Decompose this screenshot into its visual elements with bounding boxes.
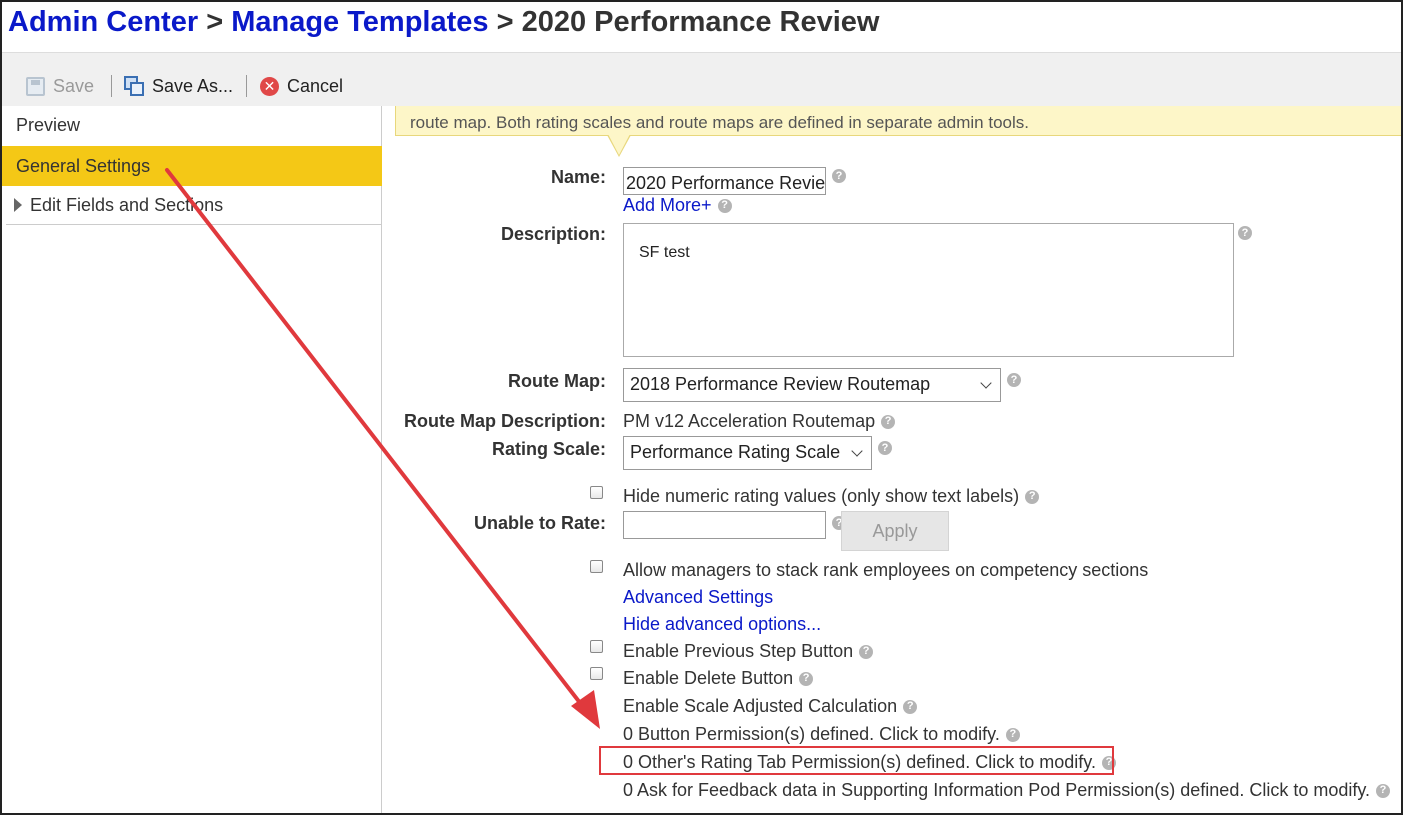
sidebar-item-preview[interactable]: Preview: [2, 110, 382, 140]
help-icon[interactable]: ?: [799, 671, 814, 686]
help-icon[interactable]: ?: [1238, 226, 1252, 240]
name-input[interactable]: [623, 167, 826, 195]
help-icon[interactable]: ?: [832, 169, 846, 183]
help-icon[interactable]: ?: [903, 699, 918, 714]
breadcrumb-admin-center[interactable]: Admin Center: [8, 6, 198, 38]
advanced-settings-link[interactable]: Advanced Settings: [623, 587, 773, 608]
previous-step-checkbox[interactable]: [590, 640, 603, 653]
save-label: Save: [53, 75, 95, 96]
route-map-select[interactable]: 2018 Performance Review Routemap: [623, 368, 1001, 402]
rating-scale-label: Rating Scale:: [491, 439, 606, 459]
chevron-down-icon: [980, 377, 992, 389]
save-as-label: Save As...: [152, 75, 234, 96]
feedback-permissions-link[interactable]: 0 Ask for Feedback data in Supporting In…: [623, 780, 1370, 801]
toolbar-divider: [111, 75, 112, 97]
help-icon[interactable]: ?: [859, 644, 874, 659]
toolbar-divider: [246, 75, 247, 97]
help-icon[interactable]: ?: [1007, 373, 1021, 387]
cancel-icon: ✕: [260, 76, 279, 96]
description-textarea[interactable]: SF test: [623, 223, 1234, 357]
help-icon[interactable]: ?: [1101, 755, 1116, 770]
delete-button-label: Enable Delete Button: [623, 668, 794, 688]
save-as-icon: [124, 76, 144, 96]
main-content: route map. Both rating scales and route …: [383, 106, 1401, 813]
apply-button[interactable]: Apply: [841, 511, 949, 551]
description-value: SF test: [639, 244, 690, 261]
rating-scale-value: Performance Rating Scale: [630, 442, 841, 462]
route-map-description-label: Route Map Description:: [403, 411, 606, 431]
cancel-label: Cancel: [287, 75, 344, 96]
help-icon[interactable]: ?: [717, 198, 732, 213]
sidebar-divider: [6, 224, 382, 225]
sidebar-item-label: Preview: [16, 114, 81, 135]
description-label: Description:: [500, 224, 606, 244]
breadcrumb: Admin Center > Manage Templates > 2020 P…: [8, 6, 879, 46]
help-icon[interactable]: ?: [1005, 727, 1020, 742]
sidebar-item-edit-fields[interactable]: Edit Fields and Sections: [2, 186, 382, 224]
breadcrumb-separator: >: [206, 6, 224, 38]
unable-to-rate-input[interactable]: [623, 511, 826, 539]
help-icon[interactable]: ?: [878, 441, 892, 455]
hide-numeric-label: Hide numeric rating values (only show te…: [623, 486, 1020, 506]
rating-scale-select[interactable]: Performance Rating Scale: [623, 436, 872, 470]
help-icon[interactable]: ?: [1025, 489, 1040, 504]
help-icon[interactable]: ?: [881, 414, 896, 429]
name-label: Name:: [550, 167, 606, 187]
save-as-button[interactable]: Save As...: [124, 75, 233, 97]
info-note-text: route map. Both rating scales and route …: [410, 113, 1029, 132]
info-note: route map. Both rating scales and route …: [395, 106, 1401, 136]
button-permissions-link[interactable]: 0 Button Permission(s) defined. Click to…: [623, 724, 1000, 745]
sidebar-item-label: General Settings: [16, 155, 151, 176]
page-title: 2020 Performance Review: [521, 6, 880, 38]
sidebar-item-general-settings[interactable]: General Settings: [2, 146, 382, 186]
delete-button-checkbox[interactable]: [590, 667, 603, 680]
chevron-down-icon: [851, 445, 863, 457]
previous-step-label: Enable Previous Step Button: [623, 641, 854, 661]
help-icon[interactable]: ?: [1376, 783, 1391, 798]
others-rating-tab-permissions-link[interactable]: 0 Other's Rating Tab Permission(s) defin…: [623, 752, 1096, 773]
hide-advanced-options-link[interactable]: Hide advanced options...: [623, 614, 821, 635]
route-map-value: 2018 Performance Review Routemap: [630, 374, 931, 394]
breadcrumb-separator: >: [496, 6, 514, 38]
save-button[interactable]: Save: [26, 75, 94, 97]
expand-triangle-icon[interactable]: [14, 198, 22, 212]
sidebar-item-label: Edit Fields and Sections: [30, 194, 224, 215]
toolbar: Save Save As... ✕ Cancel: [2, 52, 1401, 106]
info-note-pointer: [607, 134, 631, 157]
save-icon: [26, 76, 45, 96]
stack-rank-checkbox[interactable]: [590, 560, 603, 573]
unable-to-rate-label: Unable to Rate:: [473, 513, 606, 533]
scale-adjusted-label: Enable Scale Adjusted Calculation: [623, 696, 898, 716]
sidebar: Preview General Settings Edit Fields and…: [2, 106, 382, 813]
cancel-button[interactable]: ✕ Cancel: [260, 75, 343, 97]
stack-rank-label: Allow managers to stack rank employees o…: [623, 560, 1149, 580]
breadcrumb-manage-templates[interactable]: Manage Templates: [231, 6, 488, 38]
app-window: Admin Center > Manage Templates > 2020 P…: [0, 0, 1403, 815]
route-map-description-value: PM v12 Acceleration Routemap: [623, 411, 876, 431]
add-more-link[interactable]: Add More+: [623, 195, 712, 216]
hide-numeric-checkbox[interactable]: [590, 486, 603, 499]
route-map-label: Route Map:: [508, 371, 606, 391]
